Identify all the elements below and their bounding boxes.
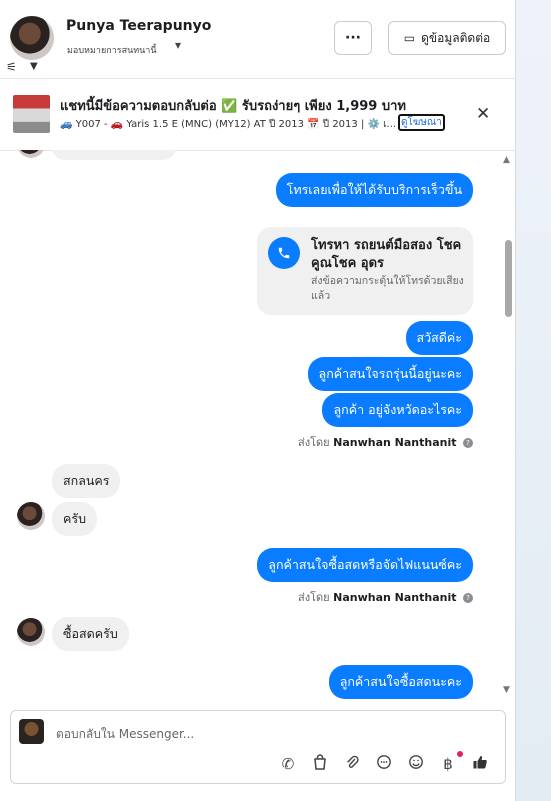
sent-by-prefix: ส่งโดย [298,591,330,604]
call-subtitle: ส่งข้อความกระตุ้นให้โทรด้วยเสียงแล้ว [311,275,464,302]
assign-conversation[interactable]: มอบหมายการสนทนานี้ [67,43,157,57]
more-options-button[interactable]: ··· [334,21,372,55]
phone-icon [268,237,300,269]
message-partial [52,150,176,160]
message-outgoing: ลูกค้าสนใจซื้อสดหรือจัดไฟแนนซ์คะ [257,548,473,582]
scroll-up-icon[interactable]: ▲ [503,155,510,165]
contact-name[interactable]: Punya Teerapunyo [66,18,211,34]
help-icon[interactable]: ? [463,593,473,603]
sender-name: Nanwhan Nanthanit [333,436,457,449]
contact-card-icon: ▭ [403,31,416,45]
ad-title: แชทนี้มีข้อความตอบกลับต่อ ✅ รับรถง่ายๆ เ… [60,99,406,114]
conversation-panel: ⚟ ▼ Punya Teerapunyo มอบหมายการสนทนานี้ … [0,0,515,801]
side-panel-background [515,0,551,801]
ad-banner: แชทนี้มีข้อความตอบกลับต่อ ✅ รับรถง่ายๆ เ… [0,79,515,151]
message-incoming: ครับ [52,502,98,536]
sent-by-prefix: ส่งโดย [298,436,330,449]
emoji-icon[interactable] [407,754,425,774]
message-incoming: ซื้อสดครับ [52,617,129,651]
notification-dot [457,751,463,757]
message-outgoing: โทรเลยเพื่อให้ได้รับบริการเร็วขึ้น [275,173,473,207]
view-ad-link[interactable]: ดูโฆษณา [398,114,445,131]
chevron-down-icon[interactable]: ▾ [175,38,181,52]
payment-icon[interactable]: ฿ [439,751,463,773]
message-outgoing: สวัสดีค่ะ [405,321,473,355]
contact-avatar-small [17,502,45,530]
like-icon[interactable] [471,754,489,774]
ad-thumbnail [13,95,50,133]
help-icon[interactable]: ? [463,438,473,448]
page-avatar [19,719,44,744]
scrollbar-thumb[interactable] [505,240,512,317]
scrollbar[interactable]: ▲ ▼ [503,155,515,695]
composer-toolbar: ✆ ฿ [279,751,489,774]
chevron-down-icon[interactable]: ▼ [30,61,38,72]
filter-icon[interactable]: ⚟ [6,60,17,74]
scroll-down-icon[interactable]: ▼ [503,685,510,695]
sent-by-label: ส่งโดย Nanwhan Nanthanit ? [298,433,473,451]
message-incoming: สกลนคร [52,464,121,498]
attachment-icon[interactable] [343,754,361,774]
message-list: โทรเลยเพื่อให้ได้รับบริการเร็วขึ้น โทรหา… [0,150,500,700]
reply-input[interactable]: ตอบกลับใน Messenger... [56,725,194,744]
contact-avatar[interactable] [10,16,54,60]
contact-avatar-small [17,150,45,158]
call-title: โทรหา รถยนต์มือสอง โชคคูณโชค อุดร [311,238,462,271]
shopping-bag-icon[interactable] [311,754,329,774]
conversation-header: ⚟ ▼ Punya Teerapunyo มอบหมายการสนทนานี้ … [0,0,515,79]
ad-subtitle: 🚙 Y007 - 🚗 Yaris 1.5 E (MNC) (MY12) AT ป… [60,119,397,130]
message-outgoing: ลูกค้าสนใจรถรุ่นนี้อยู่นะคะ [307,357,473,391]
message-composer[interactable]: ตอบกลับใน Messenger... ✆ ฿ [10,710,506,784]
sender-name: Nanwhan Nanthanit [333,591,457,604]
close-icon[interactable]: ✕ [476,104,490,124]
saved-replies-icon[interactable] [375,754,393,774]
call-prompt-card[interactable]: โทรหา รถยนต์มือสอง โชคคูณโชค อุดร ส่งข้อ… [257,227,473,315]
sent-by-label: ส่งโดย Nanwhan Nanthanit ? [298,588,473,606]
message-outgoing: ลูกค้า อยู่จังหวัดอะไรคะ [322,393,473,427]
view-contact-label: ดูข้อมูลติดต่อ [421,30,491,45]
contact-avatar-small [17,618,45,646]
view-contact-button[interactable]: ▭ ดูข้อมูลติดต่อ [388,21,506,55]
call-add-icon[interactable]: ✆ [279,755,297,773]
message-outgoing: ลูกค้าสนใจซื้อสดนะคะ [328,665,473,699]
